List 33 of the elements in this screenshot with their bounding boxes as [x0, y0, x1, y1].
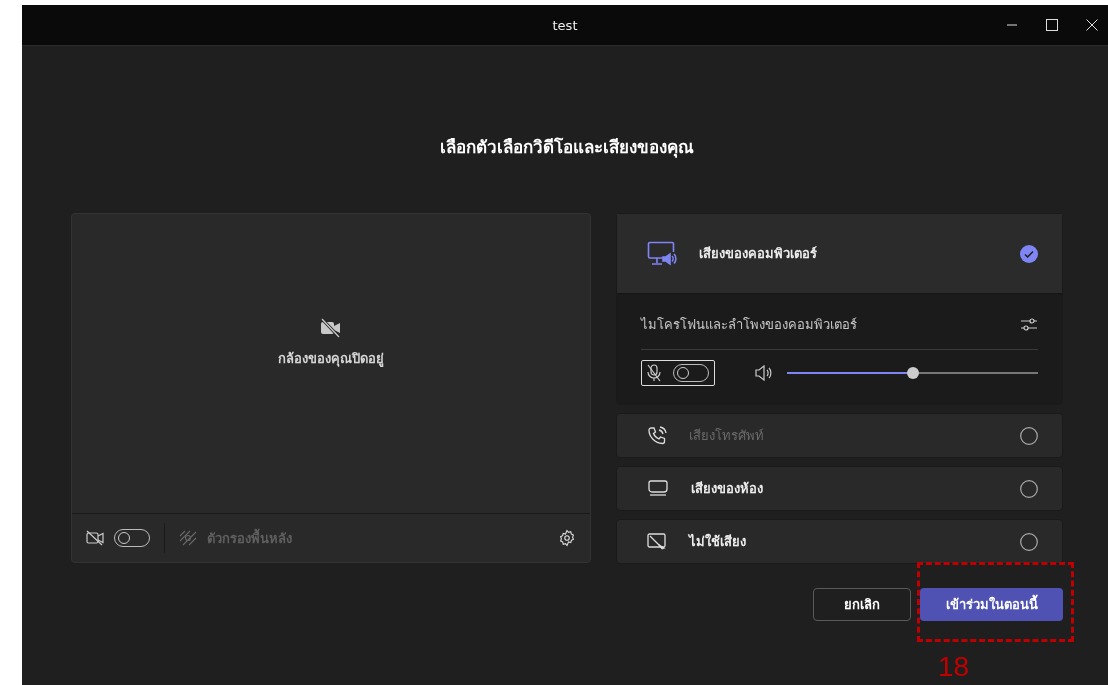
- radio-button-icon: [1020, 532, 1038, 551]
- radio-button-icon: [1020, 426, 1038, 445]
- close-icon[interactable]: [1086, 19, 1098, 31]
- radio-button-icon: [1020, 479, 1038, 498]
- microphone-control[interactable]: [641, 360, 715, 386]
- speaker-icon: [755, 365, 773, 381]
- audio-option[interactable]: ไม่ใช้เสียง: [617, 520, 1062, 563]
- camera-off-icon: [86, 530, 104, 546]
- monitor-speaker-icon: [647, 240, 677, 267]
- room-device-icon: [647, 479, 669, 498]
- settings-sliders-icon[interactable]: [1020, 316, 1038, 333]
- phone-icon: [647, 425, 667, 446]
- camera-off-message: กล้องของคุณปิดอยู่: [278, 350, 384, 369]
- cancel-button[interactable]: ยกเลิก: [813, 588, 911, 621]
- audio-option-label: เสียงโทรศัพท์: [689, 427, 765, 445]
- camera-off-icon: [320, 318, 342, 338]
- checkmark-icon: [1020, 244, 1038, 263]
- audio-option-label: เสียงของคอมพิวเตอร์: [699, 245, 818, 263]
- audio-option-label: เสียงของห้อง: [691, 480, 764, 498]
- join-now-button[interactable]: เข้าร่วมในตอนนี้: [920, 588, 1063, 621]
- background-filter-icon: [179, 530, 197, 546]
- volume-slider[interactable]: [787, 367, 1038, 379]
- maximize-icon[interactable]: [1046, 19, 1058, 31]
- annotation-number: 18: [938, 650, 970, 684]
- audio-option[interactable]: เสียงของห้อง: [617, 467, 1062, 510]
- settings-icon[interactable]: [558, 529, 576, 547]
- microphone-off-icon: [647, 364, 661, 382]
- no-audio-icon: [647, 532, 667, 551]
- volume-slider-thumb[interactable]: [906, 367, 919, 379]
- page-heading: เลือกตัวเลือกวิดีโอและเสียงของคุณ: [439, 136, 695, 160]
- audio-option-label: ไม่ใช้เสียง: [689, 532, 747, 551]
- window-title: test: [552, 17, 578, 33]
- audio-device-label: ไมโครโฟนและลำโพงของคอมพิวเตอร์: [641, 316, 857, 334]
